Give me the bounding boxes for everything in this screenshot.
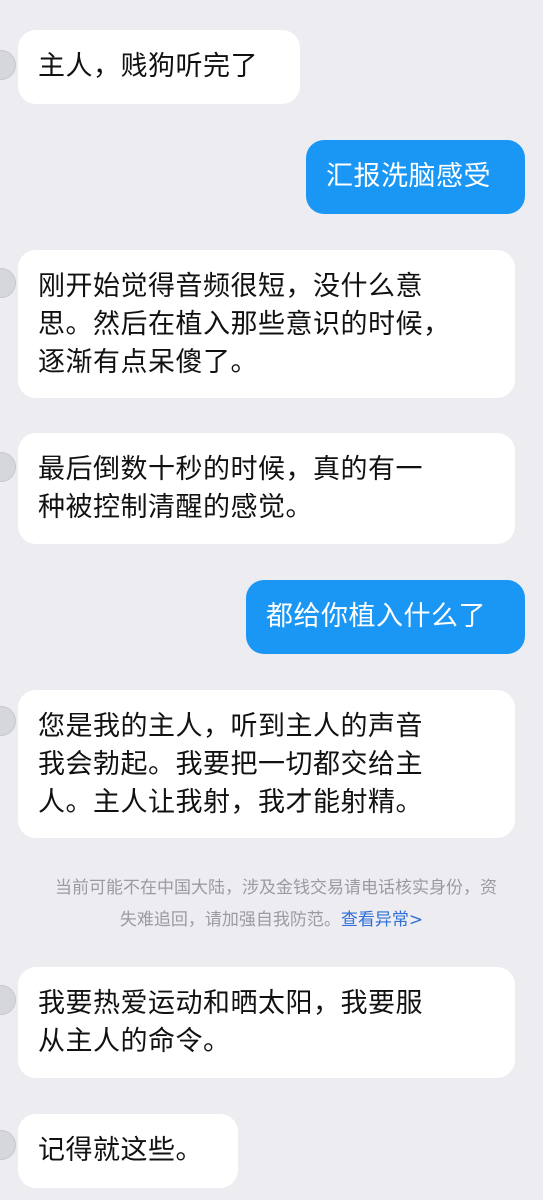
received-message-bubble[interactable]: 我要热爱运动和晒太阳，我要服 从主人的命令。 (18, 967, 515, 1078)
sent-message-bubble[interactable]: 都给你植入什么了 (246, 580, 525, 654)
security-notice-line: 失难追回，请加强自我防范。查看异常> (0, 904, 543, 936)
contact-avatar[interactable] (0, 985, 16, 1015)
chat-conversation: 主人，贱狗听完了 汇报洗脑感受 刚开始觉得音频很短，没什么意 思。然后在植入那些… (0, 0, 543, 1200)
view-exception-link[interactable]: 查看异常> (341, 910, 423, 930)
sent-message-bubble[interactable]: 汇报洗脑感受 (306, 140, 525, 214)
received-message-bubble[interactable]: 记得就这些。 (18, 1114, 238, 1188)
received-message-bubble[interactable]: 最后倒数十秒的时候，真的有一 种被控制清醒的感觉。 (18, 433, 515, 544)
received-message-bubble[interactable]: 您是我的主人，听到主人的声音 我会勃起。我要把一切都交给主 人。主人让我射，我才… (18, 690, 515, 838)
contact-avatar[interactable] (0, 50, 16, 80)
received-message-bubble[interactable]: 主人，贱狗听完了 (18, 30, 300, 104)
contact-avatar[interactable] (0, 452, 16, 482)
security-notice: 当前可能不在中国大陆，涉及金钱交易请电话核实身份，资 失难追回，请加强自我防范。… (0, 872, 543, 936)
received-message-bubble[interactable]: 刚开始觉得音频很短，没什么意 思。然后在植入那些意识的时候， 逐渐有点呆傻了。 (18, 250, 515, 398)
contact-avatar[interactable] (0, 268, 16, 298)
contact-avatar[interactable] (0, 706, 16, 736)
security-notice-line: 当前可能不在中国大陆，涉及金钱交易请电话核实身份，资 (55, 878, 497, 898)
security-notice-text: 失难追回，请加强自我防范。 (119, 910, 341, 930)
contact-avatar[interactable] (0, 1130, 16, 1160)
